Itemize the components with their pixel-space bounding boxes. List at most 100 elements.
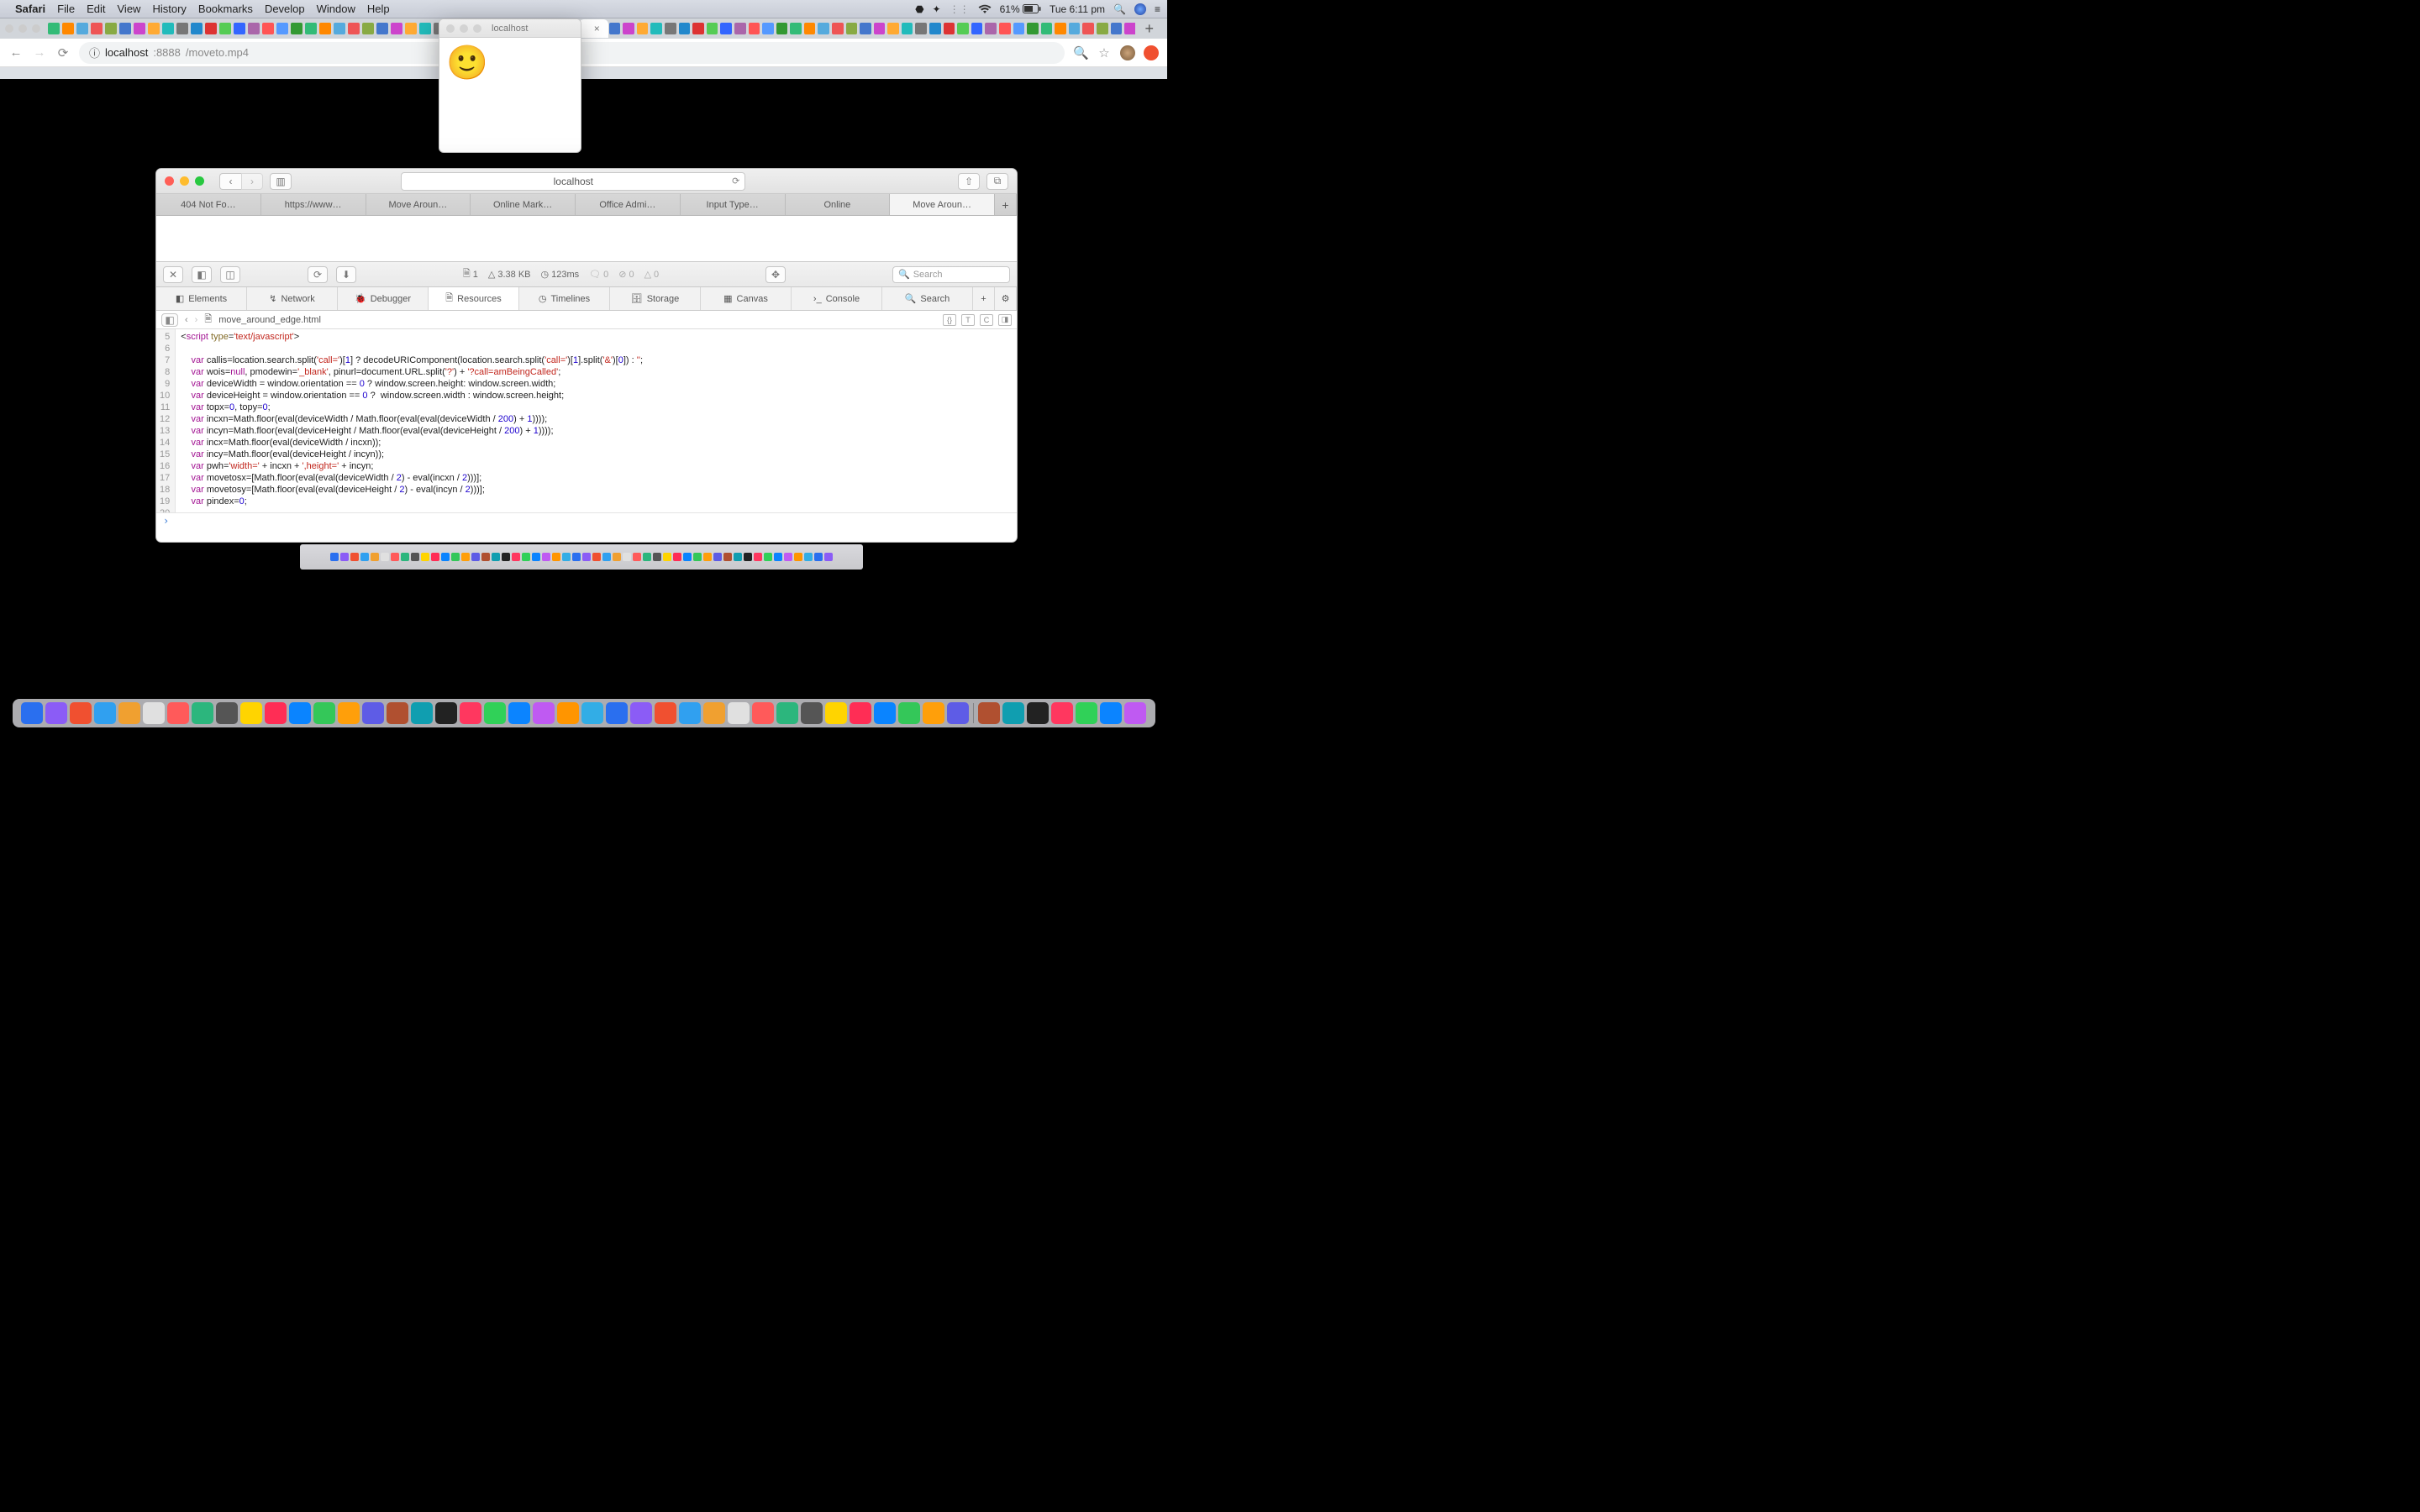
console-prompt[interactable]: › — [156, 512, 1017, 528]
chrome-tab[interactable] — [1124, 23, 1135, 34]
chrome-tab[interactable] — [134, 23, 145, 34]
safari-sidebar-button[interactable]: ▥ — [270, 173, 292, 190]
popup-window[interactable]: localhost 🙂 — [439, 18, 581, 153]
dock-app-icon[interactable] — [728, 702, 750, 724]
chrome-tab[interactable] — [191, 23, 203, 34]
inspector-dock-side-button[interactable]: ◧ — [192, 266, 212, 283]
status-wifi-icon[interactable] — [978, 4, 992, 14]
safari-tab[interactable]: Office Admi… — [576, 194, 681, 215]
inspector-tab-console[interactable]: ›_Console — [792, 287, 882, 310]
dock-app-icon[interactable] — [411, 702, 433, 724]
chrome-tab[interactable] — [262, 23, 274, 34]
dock-app-icon[interactable] — [94, 702, 116, 724]
dock-app-icon[interactable] — [118, 702, 140, 724]
zoom-icon[interactable]: 🔍 — [1073, 45, 1088, 60]
dock-app-icon[interactable] — [825, 702, 847, 724]
status-bluetooth-icon[interactable]: ⋮⋮ — [950, 3, 970, 15]
status-clock[interactable]: Tue 6:11 pm — [1050, 3, 1105, 15]
chrome-tab[interactable] — [291, 23, 302, 34]
chrome-tab[interactable] — [609, 23, 621, 34]
dock-app-icon[interactable] — [1027, 702, 1049, 724]
status-mullvad-icon[interactable]: ⬣ — [915, 3, 923, 15]
chrome-tab[interactable] — [1013, 23, 1025, 34]
dock-app-icon[interactable] — [655, 702, 676, 724]
inspector-tab-search[interactable]: 🔍Search — [882, 287, 973, 310]
star-icon[interactable]: ☆ — [1097, 45, 1112, 60]
chrome-new-tab-button[interactable]: + — [1136, 20, 1162, 38]
chrome-tab[interactable] — [76, 23, 88, 34]
dock-app-icon[interactable] — [557, 702, 579, 724]
chrome-tab[interactable] — [637, 23, 649, 34]
dock-app-icon[interactable] — [1002, 702, 1024, 724]
chrome-tab[interactable] — [762, 23, 774, 34]
crumb-back-icon[interactable]: ‹ — [185, 315, 188, 325]
safari-traffic-lights[interactable] — [165, 176, 204, 186]
dock-app-icon[interactable] — [143, 702, 165, 724]
popup-titlebar[interactable]: localhost — [439, 19, 581, 38]
chrome-tab[interactable] — [692, 23, 704, 34]
safari-tabs-button[interactable]: ⧉ — [986, 173, 1008, 190]
safari-tab[interactable]: 404 Not Fo… — [156, 194, 261, 215]
menu-help[interactable]: Help — [367, 3, 390, 15]
safari-window[interactable]: ‹ › ▥ localhost ⟳ ⇧ ⧉ 404 Not Fo…https:/… — [155, 168, 1018, 543]
chrome-tab[interactable] — [776, 23, 788, 34]
menu-window[interactable]: Window — [317, 3, 355, 15]
dock-app-icon[interactable] — [265, 702, 287, 724]
chrome-tab[interactable] — [887, 23, 899, 34]
chrome-tab[interactable] — [176, 23, 188, 34]
safari-reload-icon[interactable]: ⟳ — [732, 176, 739, 186]
chrome-tabs-right[interactable] — [609, 23, 1136, 34]
dock-app-icon[interactable] — [313, 702, 335, 724]
dock-app-icon[interactable] — [362, 702, 384, 724]
chrome-tab[interactable] — [999, 23, 1011, 34]
chrome-tab[interactable] — [219, 23, 231, 34]
details-sidebar-button[interactable]: ◨ — [998, 314, 1012, 326]
inspector-download-button[interactable]: ⬇ — [336, 266, 356, 283]
chrome-tab[interactable] — [749, 23, 760, 34]
menubar-app-name[interactable]: Safari — [15, 3, 45, 15]
safari-new-tab-button[interactable]: + — [995, 194, 1017, 215]
type-button[interactable]: T — [961, 314, 975, 326]
chrome-tab[interactable] — [376, 23, 388, 34]
dock-app-icon[interactable] — [167, 702, 189, 724]
safari-share-button[interactable]: ⇧ — [958, 173, 980, 190]
dock-app-icon[interactable] — [1076, 702, 1097, 724]
inspector-tab-timelines[interactable]: ◷Timelines — [519, 287, 610, 310]
chrome-tab[interactable] — [1055, 23, 1066, 34]
inspector-add-tab-button[interactable]: + — [973, 287, 995, 310]
dock-app-icon[interactable] — [216, 702, 238, 724]
chrome-tab[interactable] — [804, 23, 816, 34]
dock-app-icon[interactable] — [850, 702, 871, 724]
dock-app-icon[interactable] — [978, 702, 1000, 724]
chrome-active-tab[interactable]: × — [579, 19, 608, 38]
dock-app-icon[interactable] — [923, 702, 944, 724]
chrome-tab[interactable] — [319, 23, 331, 34]
inspector-dock-detach-button[interactable]: ◫ — [220, 266, 240, 283]
close-icon[interactable]: × — [594, 23, 600, 34]
chrome-tab[interactable] — [985, 23, 997, 34]
inspector-tab-canvas[interactable]: ▦Canvas — [701, 287, 792, 310]
back-icon[interactable]: ← — [8, 45, 24, 60]
popup-zoom-icon[interactable] — [473, 24, 481, 33]
chrome-tab[interactable] — [276, 23, 288, 34]
dock-app-icon[interactable] — [338, 702, 360, 724]
chrome-tab[interactable] — [1041, 23, 1053, 34]
menu-history[interactable]: History — [152, 3, 186, 15]
chrome-tab[interactable] — [818, 23, 829, 34]
chrome-tab[interactable] — [162, 23, 174, 34]
dock-app-icon[interactable] — [630, 702, 652, 724]
crumb-forward-icon[interactable]: › — [195, 315, 198, 325]
dock-app-icon[interactable] — [606, 702, 628, 724]
dock-app-icon[interactable] — [21, 702, 43, 724]
chrome-tab[interactable] — [902, 23, 913, 34]
dock-app-icon[interactable] — [1051, 702, 1073, 724]
inspector-tab-elements[interactable]: ◧Elements — [156, 287, 247, 310]
dock-app-icon[interactable] — [581, 702, 603, 724]
chrome-tab[interactable] — [720, 23, 732, 34]
dock-app-icon[interactable] — [484, 702, 506, 724]
dock-app-icon[interactable] — [240, 702, 262, 724]
inspector-reload-button[interactable]: ⟳ — [308, 266, 328, 283]
dock-app-icon[interactable] — [947, 702, 969, 724]
safari-address-field[interactable]: localhost ⟳ — [401, 172, 745, 191]
chrome-tab[interactable] — [248, 23, 260, 34]
